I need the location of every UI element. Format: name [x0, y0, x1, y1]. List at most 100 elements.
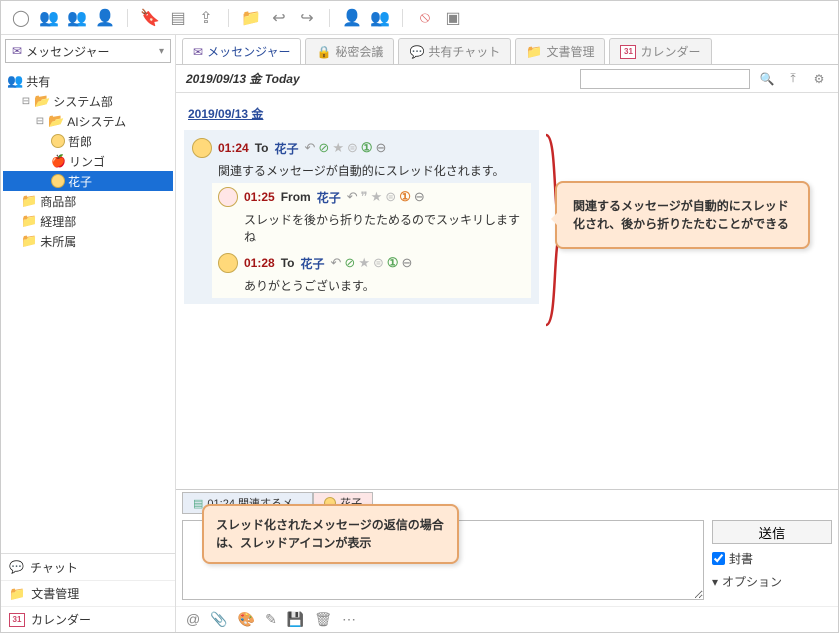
- scroll-top-icon[interactable]: ⤒: [784, 70, 802, 88]
- msg-direction: From: [281, 190, 311, 204]
- headset-icon[interactable]: ◯: [11, 8, 31, 28]
- nav-chat[interactable]: 💬チャット: [1, 554, 175, 580]
- tab-messenger[interactable]: ✉メッセンジャー: [182, 38, 301, 64]
- collapse-icon[interactable]: ⊖: [402, 255, 413, 271]
- tab-shared[interactable]: 💬共有チャット: [398, 38, 511, 64]
- reply-icon[interactable]: ↩: [269, 8, 289, 28]
- mention-icon[interactable]: @: [186, 611, 200, 628]
- alert-icon[interactable]: ①: [387, 255, 399, 271]
- avatar-icon: [192, 138, 212, 158]
- share-icon[interactable]: ⇪: [196, 8, 216, 28]
- message-2: 01:25 From 花子 ↶ ❞ ★ ⊜ ① ⊖: [212, 183, 531, 249]
- chat-icon: 💬: [9, 560, 24, 574]
- group-green-icon[interactable]: 👥: [67, 8, 87, 28]
- folder-icon: 📁: [526, 44, 542, 60]
- chat-icon: 💬: [409, 45, 424, 59]
- nav-calendar[interactable]: 31カレンダー: [1, 606, 175, 632]
- tree-tetsuro[interactable]: 哲郎: [3, 131, 173, 151]
- check-icon[interactable]: ⊘: [344, 255, 355, 271]
- chevron-down-icon: ▾: [159, 46, 164, 57]
- msg-recipient: 花子: [274, 140, 298, 157]
- alert-icon[interactable]: ①: [361, 140, 373, 156]
- edit-icon[interactable]: ✎: [265, 611, 277, 628]
- calendar-icon: 31: [620, 45, 636, 59]
- attach-icon[interactable]: 📎: [210, 611, 227, 628]
- trash-icon[interactable]: 🗑: [314, 611, 332, 628]
- options-toggle[interactable]: ▾オプション: [712, 573, 832, 590]
- folder-icon[interactable]: 📁: [241, 8, 261, 28]
- main-tabs: ✉メッセンジャー 🔒秘密会議 💬共有チャット 📁文書管理 31カレンダー: [176, 35, 838, 65]
- tree-hanako[interactable]: 花子: [3, 171, 173, 191]
- tab-secret[interactable]: 🔒秘密会議: [305, 38, 394, 64]
- users-icon[interactable]: 👥: [370, 8, 390, 28]
- expand-icon[interactable]: ⊟: [21, 96, 31, 107]
- collapse-icon[interactable]: ⊖: [414, 189, 425, 205]
- settings-icon[interactable]: ⚙: [810, 70, 828, 88]
- tree-ai[interactable]: ⊟📂AIシステム: [3, 111, 173, 131]
- chevron-down-icon: ▾: [712, 575, 718, 589]
- folder-icon: 📂: [48, 113, 64, 129]
- sealed-checkbox[interactable]: 封書: [712, 550, 832, 567]
- alert-icon[interactable]: ①: [399, 189, 411, 205]
- current-date: 2019/09/13 金 Today: [186, 70, 300, 87]
- star-icon[interactable]: ★: [371, 189, 383, 205]
- calendar-icon: 31: [9, 613, 25, 627]
- palette-icon[interactable]: 🎨: [238, 611, 255, 628]
- check-icon[interactable]: ⊘: [318, 140, 329, 156]
- thread-date: 2019/09/13 金: [188, 105, 830, 122]
- circle-icon[interactable]: ⊜: [347, 140, 358, 156]
- quote-icon[interactable]: ❞: [361, 189, 368, 205]
- nav-docs[interactable]: 📁文書管理: [1, 580, 175, 606]
- folder-icon: 📁: [21, 233, 37, 249]
- tab-calendar[interactable]: 31カレンダー: [609, 38, 711, 64]
- sidebar: ✉メッセンジャー ▾ 👥共有 ⊟📂システム部 ⊟📂AIシステム 哲郎 🍎リンゴ …: [1, 35, 176, 632]
- avatar-icon: [218, 253, 238, 273]
- msg-direction: To: [255, 141, 269, 155]
- star-icon[interactable]: ★: [332, 140, 344, 156]
- people-icon: 👥: [7, 73, 23, 89]
- msg-time: 01:28: [244, 256, 275, 270]
- tree-unassigned[interactable]: 📁未所属: [3, 231, 173, 251]
- lock-icon: 🔒: [316, 45, 331, 59]
- doc-icon[interactable]: ▤: [168, 8, 188, 28]
- group-blue-icon[interactable]: 👤: [95, 8, 115, 28]
- reply-icon[interactable]: ↶: [347, 189, 358, 205]
- reply-icon[interactable]: ↶: [331, 255, 342, 271]
- save-icon[interactable]: 💾: [287, 611, 304, 628]
- message-area: 2019/09/13 金 01:24 To 花子 ↶: [176, 93, 838, 489]
- date-bar: 2019/09/13 金 Today 🔍 ⤒ ⚙: [176, 65, 838, 93]
- forward-icon[interactable]: ↪: [297, 8, 317, 28]
- user-icon[interactable]: 👤: [342, 8, 362, 28]
- tree-share[interactable]: 👥共有: [3, 71, 173, 91]
- expand-icon[interactable]: ⊟: [35, 116, 45, 127]
- msg-time: 01:24: [218, 141, 249, 155]
- tree-ringo[interactable]: 🍎リンゴ: [3, 151, 173, 171]
- video-icon[interactable]: ▣: [443, 8, 463, 28]
- star-icon[interactable]: ★: [358, 255, 370, 271]
- tree-system[interactable]: ⊟📂システム部: [3, 91, 173, 111]
- avatar-icon: [51, 174, 65, 188]
- search-input[interactable]: [580, 69, 750, 89]
- sidebar-dropdown-label: メッセンジャー: [26, 43, 109, 60]
- away-icon[interactable]: ⦸: [415, 8, 435, 28]
- sidebar-mode-dropdown[interactable]: ✉ メッセンジャー ▾: [5, 39, 171, 63]
- avatar-icon: [218, 187, 238, 207]
- send-button[interactable]: 送信: [712, 520, 832, 544]
- top-toolbar: ◯ 👥 👥 👤 🔖 ▤ ⇪ 📁 ↩ ↪ 👤 👥 ⦸ ▣: [1, 1, 838, 35]
- tag-icon[interactable]: 🔖: [140, 8, 160, 28]
- group-icon[interactable]: 👥: [39, 8, 59, 28]
- folder-icon: 📁: [21, 213, 37, 229]
- collapse-icon[interactable]: ⊖: [376, 140, 387, 156]
- search-icon[interactable]: 🔍: [758, 70, 776, 88]
- sidebar-bottom-nav: 💬チャット 📁文書管理 31カレンダー: [1, 553, 175, 632]
- circle-icon[interactable]: ⊜: [385, 189, 396, 205]
- tab-docs[interactable]: 📁文書管理: [515, 38, 605, 64]
- tree-sales[interactable]: 📁商品部: [3, 191, 173, 211]
- circle-icon[interactable]: ⊜: [373, 255, 384, 271]
- msg-body: 関連するメッセージが自動的にスレッド化されます。: [218, 162, 531, 179]
- reply-icon[interactable]: ↶: [305, 140, 316, 156]
- msg-body: ありがとうございます。: [244, 277, 525, 294]
- tree-accounting[interactable]: 📁経理部: [3, 211, 173, 231]
- envelope-icon: ✉: [12, 44, 22, 58]
- more-icon[interactable]: ⋯: [342, 611, 356, 628]
